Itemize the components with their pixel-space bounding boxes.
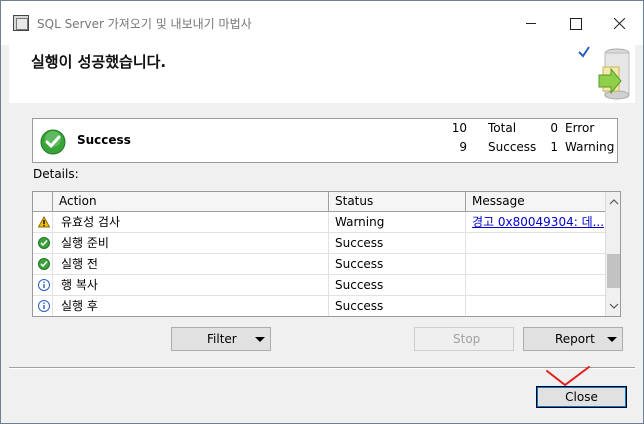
window-title: SQL Server 가져오기 및 내보내기 마법사	[37, 17, 252, 31]
details-grid[interactable]: Action Status Message 유효성 검사 Warning 경고 …	[32, 191, 621, 317]
row-message	[466, 254, 605, 275]
footer-divider	[9, 367, 635, 369]
row-message: 경고 0x80049304: 데...	[466, 212, 605, 233]
title-bar: SQL Server 가져오기 및 내보내기 마법사	[1, 1, 643, 45]
row-action: 실행 준비	[53, 233, 329, 254]
row-icon-cell	[33, 275, 53, 296]
row-message	[466, 233, 605, 254]
stop-button-label: Stop	[453, 332, 481, 346]
scroll-thumb[interactable]	[607, 254, 620, 288]
message-link[interactable]: 경고 0x80049304: 데...	[472, 215, 604, 229]
summary-status: Success	[77, 133, 131, 147]
table-row[interactable]: 유효성 검사 Warning 경고 0x80049304: 데...	[33, 212, 605, 233]
page-title: 실행이 성공했습니다.	[31, 53, 167, 71]
wizard-banner-icon	[578, 46, 630, 100]
red-check-annotation	[546, 366, 590, 387]
row-action: 실행 후	[53, 296, 329, 316]
row-action: 유효성 검사	[53, 212, 329, 233]
row-status: Success	[329, 275, 466, 296]
error-count: 0	[550, 121, 558, 135]
close-icon	[614, 18, 625, 29]
row-status: Warning	[329, 212, 466, 233]
row-icon-cell	[33, 233, 53, 254]
column-header-status[interactable]: Status	[329, 192, 466, 212]
success-icon	[40, 129, 66, 155]
table-row[interactable]: 행 복사 Success	[33, 275, 605, 296]
success-label: Success	[488, 140, 537, 154]
row-status: Success	[329, 233, 466, 254]
close-window-button[interactable]	[597, 9, 641, 37]
table-row[interactable]: 실행 후 Success	[33, 296, 605, 316]
report-button[interactable]: Report	[523, 327, 623, 351]
scroll-up-icon[interactable]	[606, 194, 621, 210]
maximize-button[interactable]	[553, 9, 597, 37]
row-message	[466, 275, 605, 296]
stop-button[interactable]: Stop	[414, 327, 514, 351]
column-header-message[interactable]: Message	[466, 192, 605, 212]
row-icon-cell	[33, 254, 53, 275]
summary-panel: Success 10 Total 0 Error 9 Success 1 War…	[32, 118, 618, 163]
table-row[interactable]: 실행 전 Success	[33, 254, 605, 275]
row-action: 실행 전	[53, 254, 329, 275]
grid-header: Action Status Message	[33, 192, 605, 212]
grid-corner	[33, 192, 53, 212]
report-button-label: Report	[555, 332, 595, 346]
close-button[interactable]: Close	[536, 386, 627, 408]
header-panel: 실행이 성공했습니다.	[9, 45, 635, 103]
minimize-button[interactable]	[509, 9, 553, 37]
row-status: Success	[329, 296, 466, 316]
vertical-scrollbar[interactable]	[605, 192, 621, 316]
success-count: 9	[459, 140, 467, 154]
warning-label: Warning	[565, 140, 615, 154]
scroll-down-icon[interactable]	[606, 298, 621, 314]
column-header-action[interactable]: Action	[53, 192, 329, 212]
total-label: Total	[488, 121, 517, 135]
app-icon	[13, 15, 29, 31]
warning-count: 1	[550, 140, 558, 154]
total-count: 10	[451, 121, 467, 135]
filter-button-label: Filter	[207, 332, 237, 346]
row-message	[466, 296, 605, 316]
row-action: 행 복사	[53, 275, 329, 296]
error-label: Error	[565, 121, 595, 135]
details-label: Details:	[33, 167, 79, 181]
table-row[interactable]: 실행 준비 Success	[33, 233, 605, 254]
chevron-down-icon	[255, 337, 265, 342]
chevron-down-icon	[607, 337, 617, 342]
filter-button[interactable]: Filter	[171, 327, 271, 351]
row-icon-cell	[33, 296, 53, 316]
row-status: Success	[329, 254, 466, 275]
wizard-window: SQL Server 가져오기 및 내보내기 마법사 실행이 성공했습니다. S…	[0, 0, 644, 424]
row-icon-cell	[33, 212, 53, 233]
